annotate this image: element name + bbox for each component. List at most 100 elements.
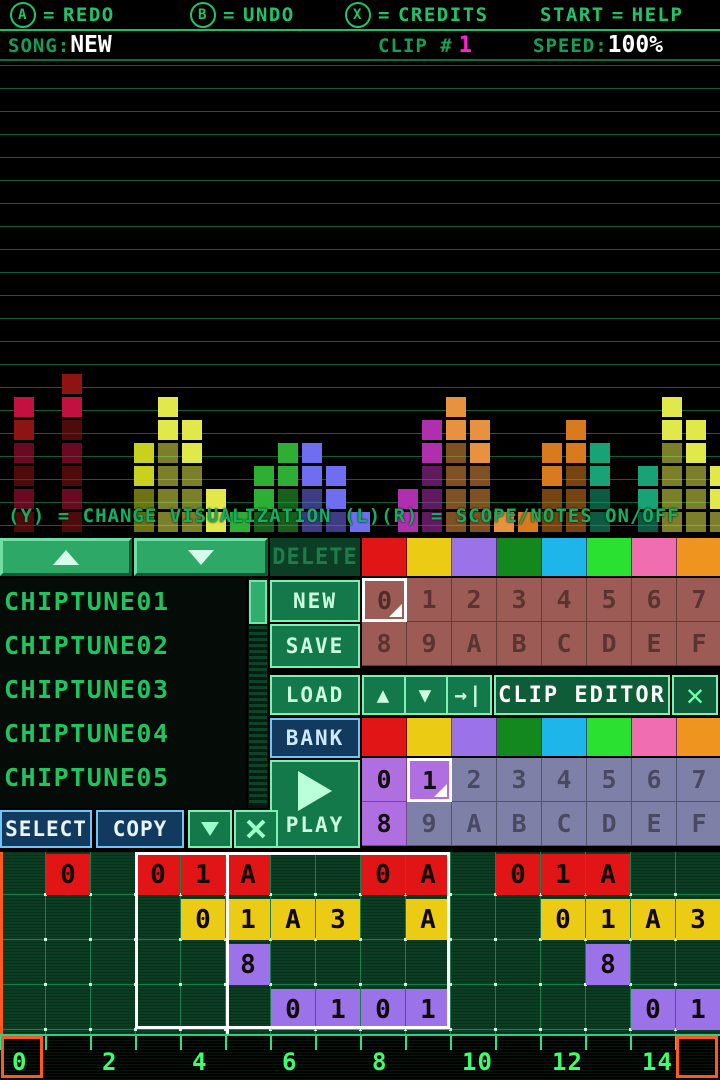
clip-slot[interactable]: 0 bbox=[362, 578, 407, 622]
note-cell[interactable]: 0 bbox=[46, 854, 90, 895]
paste-icon[interactable] bbox=[188, 810, 232, 848]
palette-swatch[interactable] bbox=[407, 538, 452, 576]
clip-slot[interactable]: 4 bbox=[542, 578, 587, 622]
song-list[interactable]: CHIPTUNE01 CHIPTUNE02 CHIPTUNE03 CHIPTUN… bbox=[0, 578, 246, 808]
clip-slot[interactable]: 8 bbox=[362, 802, 407, 846]
help-item-redo[interactable]: A = REDO bbox=[10, 2, 115, 28]
note-cell[interactable]: 0 bbox=[136, 854, 180, 895]
song-field[interactable]: SONG: NEW bbox=[8, 32, 112, 58]
palette-swatch[interactable] bbox=[677, 538, 720, 576]
note-cell[interactable]: 0 bbox=[181, 899, 225, 940]
note-cell[interactable]: 3 bbox=[316, 899, 360, 940]
clip-slot[interactable]: 2 bbox=[452, 758, 497, 802]
note-cell[interactable]: A bbox=[631, 899, 675, 940]
close-icon[interactable]: ✕ bbox=[672, 675, 718, 715]
note-cell[interactable]: 0 bbox=[271, 989, 315, 1030]
save-button[interactable]: SAVE bbox=[270, 624, 360, 668]
palette-swatch[interactable] bbox=[362, 538, 407, 576]
note-cell[interactable]: A bbox=[271, 899, 315, 940]
note-cell[interactable]: A bbox=[406, 899, 450, 940]
palette-swatch[interactable] bbox=[407, 718, 452, 756]
scrollbar-track[interactable] bbox=[249, 626, 267, 806]
note-cell[interactable]: 0 bbox=[361, 854, 405, 895]
clip-slot[interactable]: 0 bbox=[362, 758, 407, 802]
note-cell[interactable]: 8 bbox=[586, 944, 630, 985]
clip-slot[interactable]: A bbox=[452, 802, 497, 846]
clip-slot[interactable]: E bbox=[632, 802, 677, 846]
select-button[interactable]: SELECT bbox=[0, 810, 92, 848]
song-scroll-up-button[interactable] bbox=[0, 538, 132, 576]
clip-slot[interactable]: B bbox=[497, 622, 542, 666]
note-cell[interactable]: 1 bbox=[676, 989, 720, 1030]
palette-swatch[interactable] bbox=[632, 538, 677, 576]
clip-slot[interactable]: 1 bbox=[407, 578, 452, 622]
palette-swatch[interactable] bbox=[452, 718, 497, 756]
clip-slot[interactable]: 9 bbox=[407, 622, 452, 666]
note-cell[interactable]: 1 bbox=[181, 854, 225, 895]
clip-slot[interactable]: C bbox=[542, 622, 587, 666]
clear-icon[interactable] bbox=[234, 810, 278, 848]
play-button[interactable]: PLAY bbox=[270, 760, 360, 848]
note-cell[interactable]: 1 bbox=[226, 899, 270, 940]
clip-slot[interactable]: F bbox=[677, 802, 720, 846]
note-cell[interactable]: 0 bbox=[496, 854, 540, 895]
note-cell[interactable]: 1 bbox=[406, 989, 450, 1030]
song-list-item[interactable]: CHIPTUNE03 bbox=[4, 667, 244, 711]
note-cell[interactable]: A bbox=[226, 854, 270, 895]
palette-swatch[interactable] bbox=[362, 718, 407, 756]
timeline-ruler[interactable]: 0 2 4 6 8 10 12 14 bbox=[0, 1034, 720, 1080]
copy-button[interactable]: COPY bbox=[96, 810, 184, 848]
clip-field[interactable]: CLIP # 1 bbox=[378, 33, 473, 58]
palette-swatch[interactable] bbox=[497, 538, 542, 576]
load-button[interactable]: LOAD bbox=[270, 675, 360, 715]
palette-swatch[interactable] bbox=[497, 718, 542, 756]
help-item-undo[interactable]: B = UNDO bbox=[190, 2, 295, 28]
clip-slot[interactable]: 5 bbox=[587, 578, 632, 622]
clip-down-button[interactable]: ▼ bbox=[404, 675, 448, 715]
clip-slot[interactable]: 9 bbox=[407, 802, 452, 846]
clip-slot[interactable]: 3 bbox=[497, 758, 542, 802]
clip-slot[interactable]: A bbox=[452, 622, 497, 666]
clip-slot[interactable]: 6 bbox=[632, 758, 677, 802]
clip-slot[interactable]: 2 bbox=[452, 578, 497, 622]
clip-slot[interactable]: 3 bbox=[497, 578, 542, 622]
clip-slot[interactable]: 7 bbox=[677, 578, 720, 622]
delete-button[interactable]: DELETE bbox=[270, 538, 360, 576]
help-item-credits[interactable]: X = CREDITS bbox=[345, 2, 489, 28]
song-list-item[interactable]: CHIPTUNE05 bbox=[4, 755, 244, 799]
scrollbar-thumb[interactable] bbox=[249, 580, 267, 624]
song-list-item[interactable]: CHIPTUNE04 bbox=[4, 711, 244, 755]
palette-swatch[interactable] bbox=[452, 538, 497, 576]
note-cell[interactable]: 0 bbox=[541, 899, 585, 940]
clip-slot[interactable]: 8 bbox=[362, 622, 407, 666]
speed-field[interactable]: SPEED: 100% bbox=[533, 32, 663, 58]
clip-slot[interactable]: 5 bbox=[587, 758, 632, 802]
song-list-item[interactable]: CHIPTUNE02 bbox=[4, 623, 244, 667]
note-cell[interactable]: 1 bbox=[541, 854, 585, 895]
clip-slot[interactable]: B bbox=[497, 802, 542, 846]
bank-button[interactable]: BANK bbox=[270, 718, 360, 758]
note-cell[interactable]: 8 bbox=[226, 944, 270, 985]
note-cell[interactable]: 3 bbox=[676, 899, 720, 940]
clip-slot[interactable]: C bbox=[542, 802, 587, 846]
spectrum-visualizer[interactable] bbox=[0, 61, 720, 535]
palette-swatch[interactable] bbox=[587, 538, 632, 576]
clip-up-button[interactable]: ▲ bbox=[362, 675, 406, 715]
palette-swatch[interactable] bbox=[677, 718, 720, 756]
timeline-end-marker[interactable] bbox=[676, 1036, 718, 1078]
note-cell[interactable]: 1 bbox=[316, 989, 360, 1030]
song-scroll-down-button[interactable] bbox=[134, 538, 268, 576]
clip-slot[interactable]: 7 bbox=[677, 758, 720, 802]
clip-slot[interactable]: 6 bbox=[632, 578, 677, 622]
clip-slot[interactable]: E bbox=[632, 622, 677, 666]
clip-slot[interactable]: 1 bbox=[407, 758, 452, 802]
clip-tab-button[interactable]: →| bbox=[446, 675, 492, 715]
palette-swatch[interactable] bbox=[542, 718, 587, 756]
timeline-start-marker[interactable] bbox=[1, 1036, 43, 1078]
help-item-help[interactable]: START = HELP bbox=[540, 4, 683, 26]
song-list-item[interactable]: CHIPTUNE01 bbox=[4, 579, 244, 623]
palette-swatch[interactable] bbox=[632, 718, 677, 756]
note-cell[interactable]: A bbox=[586, 854, 630, 895]
clip-slot[interactable]: 4 bbox=[542, 758, 587, 802]
note-cell[interactable]: 0 bbox=[361, 989, 405, 1030]
